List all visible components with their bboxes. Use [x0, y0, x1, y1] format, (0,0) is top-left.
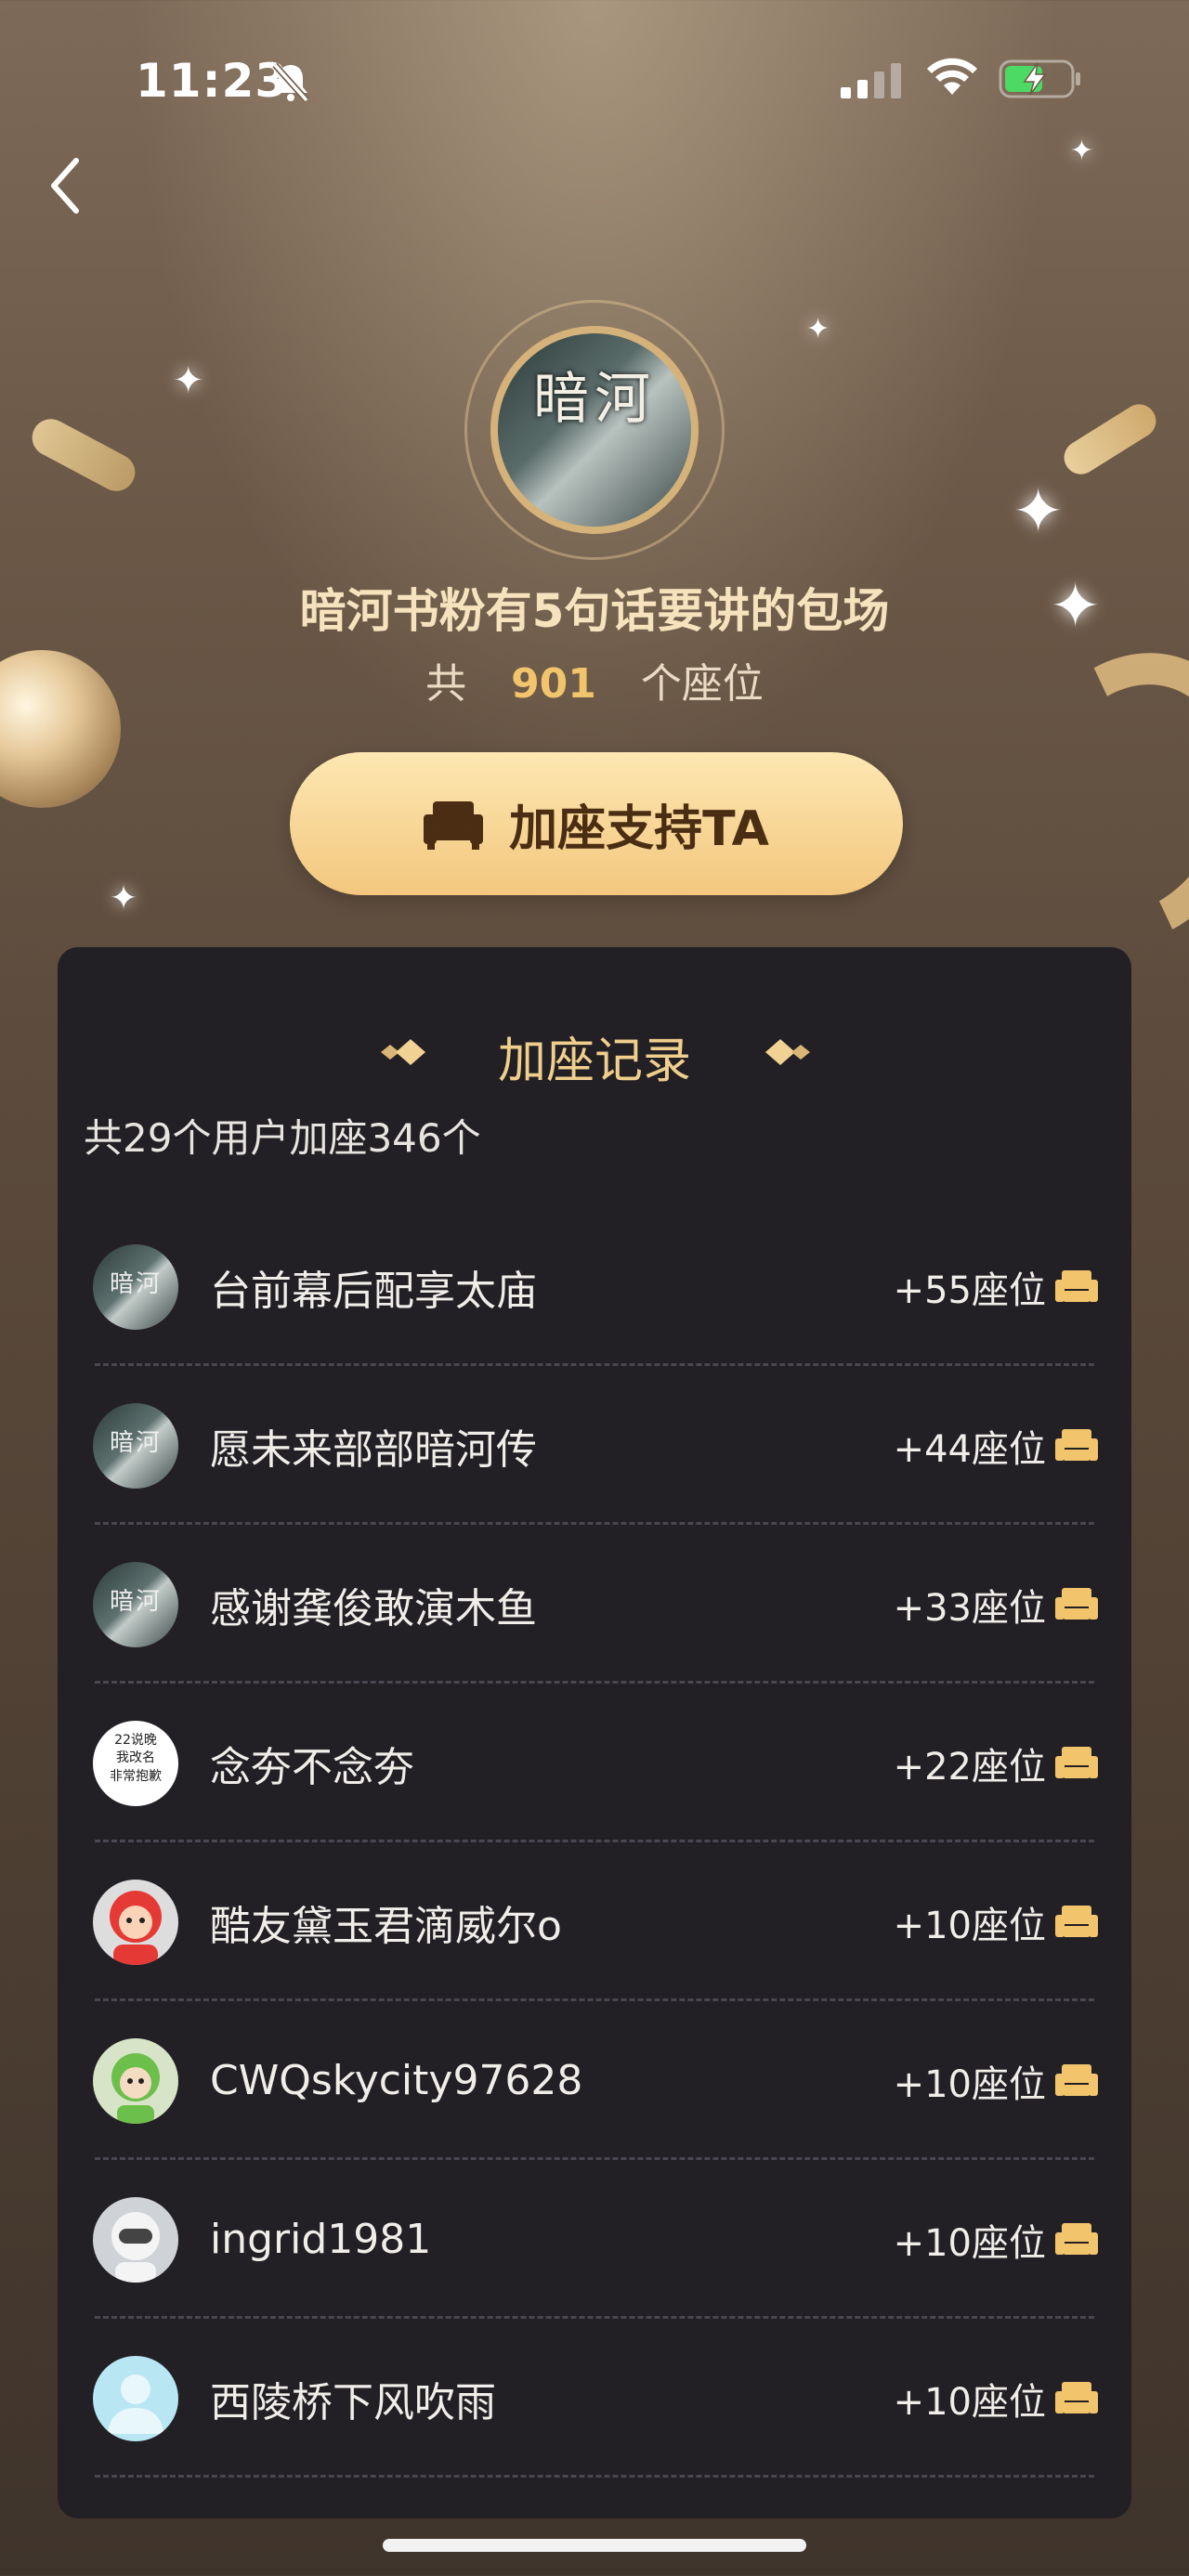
- diamond-decoration-icon: [765, 1039, 810, 1065]
- records-summary: 共29个用户加座346个: [84, 1115, 481, 1161]
- user-name: 感谢龚俊敢演木鱼: [210, 1584, 537, 1633]
- ribbon-decoration: [25, 412, 142, 498]
- list-item[interactable]: ingrid1981 +10座位: [58, 2160, 1131, 2319]
- sparkle-icon: ✦: [1070, 135, 1094, 167]
- back-button[interactable]: [46, 153, 102, 228]
- sofa-icon: [1055, 2063, 1098, 2096]
- astronaut-icon: [111, 2211, 160, 2283]
- page-title: 暗河书粉有5句话要讲的包场: [299, 584, 890, 638]
- chevron-left-icon: [51, 158, 79, 214]
- user-name: 念夯不念夯: [210, 1743, 414, 1791]
- sofa-icon: [1055, 1269, 1098, 1302]
- seat-amount: +10座位: [893, 2062, 1046, 2106]
- sofa-icon: [1055, 1428, 1098, 1461]
- seat-records-panel: 加座记录 共29个用户加座346个 暗河 台前幕后配享太庙 +55座位 暗河 愿…: [58, 947, 1131, 2518]
- avatar-text-line: 非常抱歉: [110, 1768, 162, 1784]
- list-item[interactable]: 酷友黛玉君滴威尔o +10座位: [58, 1842, 1131, 2001]
- list-item[interactable]: 22说晚 我改名 非常抱歉 念夯不念夯 +22座位: [58, 1684, 1131, 1842]
- avatar: [93, 2037, 178, 2124]
- battery-charging-icon: [999, 59, 1080, 98]
- avatar-text-line: 我改名: [116, 1750, 155, 1766]
- list-item[interactable]: 暗河 台前幕后配享太庙 +55座位: [58, 1207, 1131, 1366]
- signal-icon: [841, 63, 901, 98]
- avatar-text-line: 22说晚: [114, 1732, 157, 1748]
- list-item[interactable]: 暗河 愿未来部部暗河传 +44座位: [58, 1366, 1131, 1525]
- seat-prefix: 共: [425, 660, 467, 708]
- sparkle-icon: ✦: [110, 879, 138, 917]
- bell-slash-icon: [272, 62, 309, 102]
- seat-count: 共 901 个座位: [0, 650, 1189, 709]
- user-name: 台前幕后配享太庙: [210, 1267, 537, 1315]
- user-name: 酷友黛玉君滴威尔o: [210, 1902, 562, 1950]
- sofa-icon: [1055, 1746, 1098, 1778]
- avatar: [93, 2196, 178, 2283]
- book-cover-avatar: 暗河: [490, 326, 699, 534]
- sofa-icon: [1055, 2222, 1098, 2255]
- wifi-icon: [927, 58, 977, 95]
- avatar: [93, 1879, 178, 1965]
- user-name: CWQskycity97628: [210, 2057, 583, 2104]
- avatar: 暗河: [93, 1402, 178, 1489]
- list-item[interactable]: 暗河 感谢龚俊敢演木鱼 +33座位: [58, 1525, 1131, 1684]
- ribbon-decoration: [1057, 397, 1163, 481]
- seat-amount: +10座位: [893, 2380, 1046, 2424]
- status-time: 11:23: [136, 54, 289, 108]
- sofa-icon: [1055, 2381, 1098, 2413]
- avatar: 暗河: [93, 1561, 178, 1647]
- green-character-icon: [111, 2052, 160, 2124]
- seat-amount: +55座位: [893, 1268, 1046, 1312]
- user-name: 西陵桥下风吹雨: [210, 2378, 496, 2426]
- records-list: 暗河 台前幕后配享太庙 +55座位 暗河 愿未来部部暗河传 +44座位 暗河 感…: [58, 1207, 1131, 2478]
- seat-suffix: 个座位: [640, 660, 764, 708]
- sparkle-icon: ✦: [173, 359, 204, 402]
- user-name: 愿未来部部暗河传: [210, 1425, 537, 1474]
- seat-amount: +44座位: [893, 1427, 1046, 1471]
- list-item[interactable]: 西陵桥下风吹雨 +10座位: [58, 2319, 1131, 2478]
- seat-amount: +10座位: [893, 2221, 1046, 2265]
- sofa-icon: [1055, 1587, 1098, 1620]
- list-item[interactable]: CWQskycity97628 +10座位: [58, 2001, 1131, 2160]
- sofa-icon: [424, 801, 484, 850]
- records-title: 加座记录: [497, 1034, 691, 1089]
- user-name: ingrid1981: [210, 2216, 432, 2263]
- sparkle-icon: ✦: [806, 313, 830, 345]
- sparkle-icon: ✦: [1013, 475, 1065, 547]
- default-user-icon: [108, 2374, 163, 2434]
- seat-amount: +22座位: [893, 1745, 1046, 1789]
- seat-amount: +33座位: [893, 1586, 1046, 1630]
- avatar: 暗河: [93, 1243, 178, 1330]
- add-seat-support-button[interactable]: 加座支持TA: [290, 752, 903, 895]
- home-indicator[interactable]: [383, 2539, 806, 2552]
- seat-total: 901: [511, 660, 596, 708]
- cover-title-text: 暗河: [533, 367, 656, 432]
- red-character-icon: [110, 1890, 162, 1965]
- avatar: [93, 2355, 178, 2441]
- sofa-icon: [1055, 1905, 1098, 1937]
- seat-amount: +10座位: [893, 1904, 1046, 1947]
- status-bar: 11:23: [0, 0, 1189, 139]
- avatar: 22说晚 我改名 非常抱歉: [93, 1720, 178, 1806]
- add-seat-button-label: 加座支持TA: [509, 800, 769, 857]
